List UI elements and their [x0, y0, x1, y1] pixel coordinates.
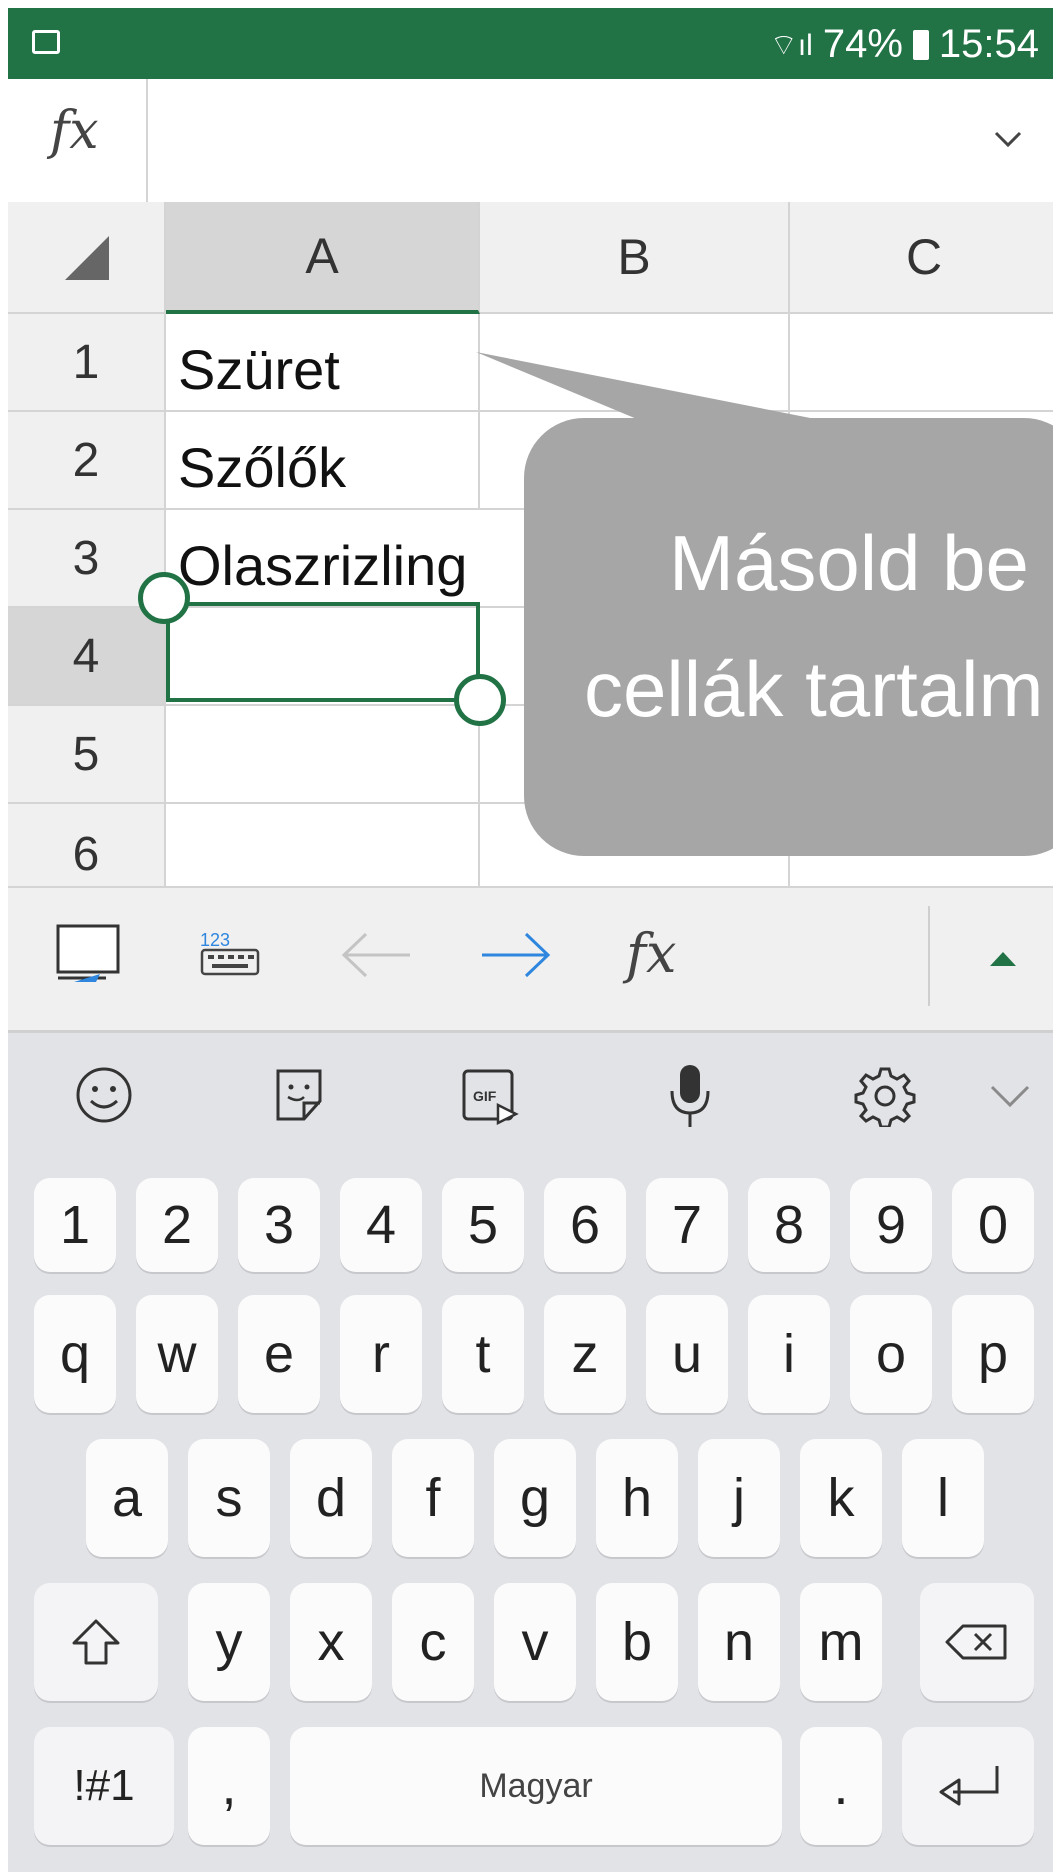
numeric-keyboard-icon[interactable]: 123 — [198, 928, 264, 978]
comma-key[interactable]: , — [188, 1727, 270, 1845]
arrow-right-icon[interactable] — [478, 930, 554, 980]
status-info: ⌔ıl 74% 15:54 — [770, 22, 1039, 67]
selection-handle-bottom-right[interactable] — [454, 674, 506, 726]
enter-key[interactable] — [902, 1727, 1034, 1845]
key-4[interactable]: 4 — [340, 1178, 422, 1272]
key-v[interactable]: v — [494, 1583, 576, 1701]
key-n[interactable]: n — [698, 1583, 780, 1701]
key-s[interactable]: s — [188, 1439, 270, 1557]
select-all-triangle-icon — [65, 236, 109, 280]
period-key[interactable]: . — [800, 1727, 882, 1845]
keyboard-suggestion-bar: GIF — [8, 1033, 1053, 1159]
column-header-c[interactable]: C — [790, 202, 1053, 314]
row-header-6[interactable]: 6 — [8, 804, 166, 888]
chevron-down-icon[interactable] — [988, 1083, 1032, 1109]
key-1[interactable]: 1 — [34, 1178, 116, 1272]
cell-a3[interactable]: Olaszrizling — [166, 510, 480, 608]
fx-icon[interactable]: fx — [50, 101, 99, 161]
clock: 15:54 — [938, 22, 1039, 66]
key-x[interactable]: x — [290, 1583, 372, 1701]
key-u[interactable]: u — [646, 1295, 728, 1413]
insert-function-icon[interactable]: fx — [626, 922, 676, 985]
key-i[interactable]: i — [748, 1295, 830, 1413]
formula-input[interactable] — [158, 99, 958, 179]
key-z[interactable]: z — [544, 1295, 626, 1413]
cell-a5[interactable] — [166, 706, 480, 804]
column-header-a[interactable]: A — [166, 202, 480, 314]
keyboard: 1 2 3 4 5 6 7 8 9 0 q w e r t z u i o p … — [8, 1157, 1053, 1872]
key-t[interactable]: t — [442, 1295, 524, 1413]
space-key[interactable]: Magyar — [290, 1727, 782, 1845]
row-header-1[interactable]: 1 — [8, 314, 166, 412]
expand-up-icon[interactable] — [988, 950, 1018, 968]
key-p[interactable]: p — [952, 1295, 1034, 1413]
callout-line-2: cellák tartalm — [584, 645, 1044, 733]
cell-a6[interactable] — [166, 804, 480, 888]
key-c[interactable]: c — [392, 1583, 474, 1701]
select-all-corner[interactable] — [8, 202, 166, 314]
key-f[interactable]: f — [392, 1439, 474, 1557]
excel-input-toolbar: 123 fx — [8, 888, 1053, 1033]
key-3[interactable]: 3 — [238, 1178, 320, 1272]
key-9[interactable]: 9 — [850, 1178, 932, 1272]
key-7[interactable]: 7 — [646, 1178, 728, 1272]
formula-bar-divider — [146, 79, 148, 202]
row-header-4[interactable]: 4 — [8, 608, 166, 706]
key-8[interactable]: 8 — [748, 1178, 830, 1272]
key-a[interactable]: a — [86, 1439, 168, 1557]
key-h[interactable]: h — [596, 1439, 678, 1557]
key-y[interactable]: y — [188, 1583, 270, 1701]
key-l[interactable]: l — [902, 1439, 984, 1557]
sticker-icon[interactable] — [270, 1067, 328, 1123]
enter-icon — [939, 1766, 999, 1806]
arrow-left-icon[interactable] — [338, 930, 414, 980]
svg-text:123: 123 — [200, 930, 230, 950]
key-g[interactable]: g — [494, 1439, 576, 1557]
wifi-signal-icon: ⌔ıl — [769, 28, 813, 62]
row-header-5[interactable]: 5 — [8, 706, 166, 804]
emoji-icon[interactable] — [74, 1065, 134, 1125]
svg-text:GIF: GIF — [473, 1088, 497, 1104]
key-2[interactable]: 2 — [136, 1178, 218, 1272]
key-e[interactable]: e — [238, 1295, 320, 1413]
row-header-2[interactable]: 2 — [8, 412, 166, 510]
gif-icon[interactable]: GIF — [460, 1067, 522, 1125]
shift-key[interactable] — [34, 1583, 158, 1701]
key-d[interactable]: d — [290, 1439, 372, 1557]
gallery-icon — [32, 30, 60, 54]
cell-selection-box — [166, 602, 480, 702]
key-m[interactable]: m — [800, 1583, 882, 1701]
backspace-key[interactable] — [920, 1583, 1034, 1701]
microphone-icon[interactable] — [668, 1063, 712, 1129]
tutorial-callout: Másold be cellák tartalm — [524, 418, 1053, 856]
drawing-pad-icon[interactable] — [56, 924, 122, 986]
key-j[interactable]: j — [698, 1439, 780, 1557]
battery-icon — [912, 29, 929, 60]
key-0[interactable]: 0 — [952, 1178, 1034, 1272]
app-frame: ⌔ıl 74% 15:54 fx A B C 1 Szüret 2 Szőlők… — [8, 8, 1053, 1872]
key-5[interactable]: 5 — [442, 1178, 524, 1272]
backspace-icon — [945, 1624, 1007, 1660]
column-header-b[interactable]: B — [480, 202, 790, 314]
key-r[interactable]: r — [340, 1295, 422, 1413]
gear-icon[interactable] — [854, 1065, 916, 1127]
key-b[interactable]: b — [596, 1583, 678, 1701]
toolbar-divider — [928, 906, 930, 1006]
key-w[interactable]: w — [136, 1295, 218, 1413]
status-bar: ⌔ıl 74% 15:54 — [8, 8, 1053, 79]
callout-line-1: Másold be — [669, 519, 1029, 607]
key-k[interactable]: k — [800, 1439, 882, 1557]
symbols-key[interactable]: !#1 — [34, 1727, 174, 1845]
key-o[interactable]: o — [850, 1295, 932, 1413]
shift-icon — [72, 1619, 120, 1665]
chevron-down-icon[interactable] — [990, 127, 1026, 151]
key-q[interactable]: q — [34, 1295, 116, 1413]
battery-percent: 74% — [822, 22, 903, 66]
cell-a2[interactable]: Szőlők — [166, 412, 480, 510]
key-6[interactable]: 6 — [544, 1178, 626, 1272]
cell-a1[interactable]: Szüret — [166, 314, 480, 412]
selection-handle-top-left[interactable] — [138, 572, 190, 624]
formula-bar: fx — [8, 79, 1053, 204]
